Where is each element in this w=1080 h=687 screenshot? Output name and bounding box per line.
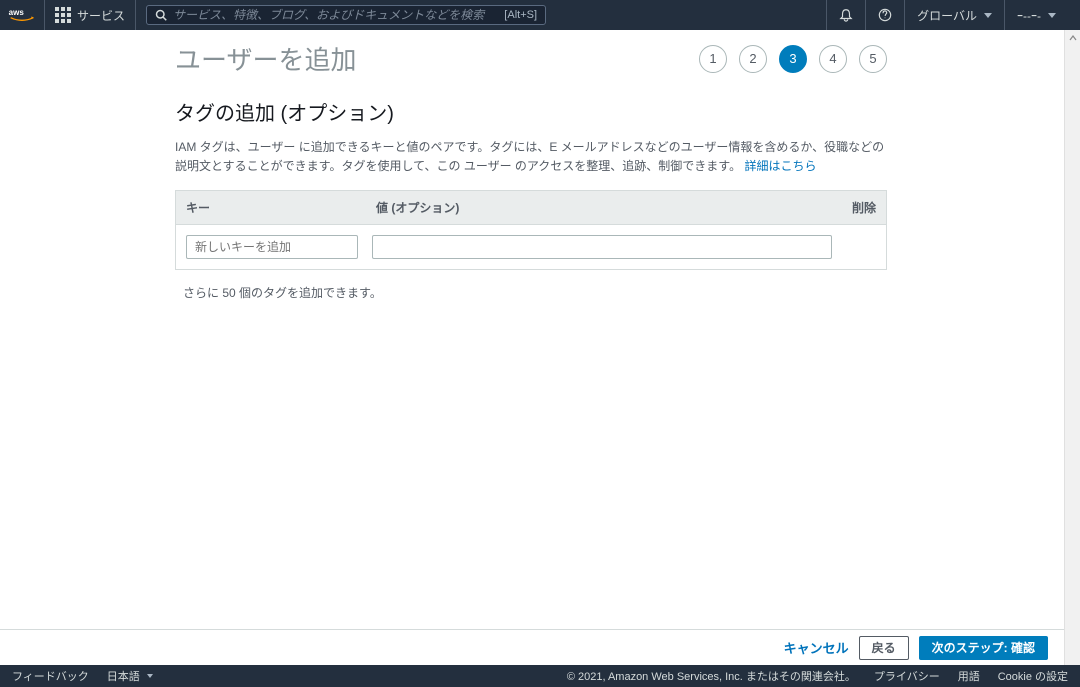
svg-text:aws: aws	[9, 8, 25, 17]
tags-table: キー 値 (オプション) 削除	[175, 190, 887, 270]
navbar-right: グローバル ｰ--ｰ-	[826, 0, 1068, 30]
tag-row	[176, 225, 886, 269]
terms-link[interactable]: 用語	[958, 668, 980, 684]
bell-icon	[839, 8, 853, 22]
chevron-down-icon	[1048, 13, 1056, 18]
back-button[interactable]: 戻る	[859, 636, 909, 660]
help-button[interactable]	[865, 0, 904, 30]
step-5[interactable]: 5	[859, 45, 887, 73]
vertical-scrollbar[interactable]	[1064, 30, 1080, 665]
services-menu[interactable]: サービス	[45, 0, 136, 30]
aws-logo-icon: aws	[8, 7, 36, 23]
aws-logo[interactable]: aws	[0, 0, 45, 30]
region-selector[interactable]: グローバル	[904, 0, 1004, 30]
search-box[interactable]: [Alt+S]	[146, 5, 546, 25]
navbar-left: aws サービス [Alt+S]	[0, 0, 546, 30]
services-label: サービス	[77, 7, 125, 24]
page-title-row: ユーザーを追加 1 2 3 4 5	[175, 40, 887, 77]
account-selector[interactable]: ｰ--ｰ-	[1004, 0, 1068, 30]
th-delete: 削除	[836, 199, 876, 216]
tags-table-header: キー 値 (オプション) 削除	[176, 191, 886, 225]
step-2[interactable]: 2	[739, 45, 767, 73]
step-4[interactable]: 4	[819, 45, 847, 73]
action-bar: キャンセル 戻る 次のステップ: 確認	[0, 629, 1064, 665]
help-icon	[878, 8, 892, 22]
footer: フィードバック 日本語 © 2021, Amazon Web Services,…	[0, 665, 1080, 687]
step-3[interactable]: 3	[779, 45, 807, 73]
chevron-down-icon	[984, 13, 992, 18]
footer-right: © 2021, Amazon Web Services, Inc. またはその関…	[567, 668, 1068, 684]
th-value: 値 (オプション)	[376, 199, 836, 216]
step-1[interactable]: 1	[699, 45, 727, 73]
section-description: IAM タグは、ユーザー に追加できるキーと値のペアです。タグには、E メールア…	[175, 138, 887, 176]
learn-more-link[interactable]: 詳細はこちら	[744, 159, 816, 173]
search-input[interactable]	[173, 8, 504, 22]
privacy-link[interactable]: プライバシー	[874, 668, 940, 684]
content: ユーザーを追加 1 2 3 4 5 タグの追加 (オプション) IAM タグは、…	[175, 30, 887, 301]
footer-left: フィードバック 日本語	[12, 668, 153, 684]
search-icon	[155, 9, 167, 21]
search-shortcut: [Alt+S]	[504, 9, 537, 21]
cookie-link[interactable]: Cookie の設定	[998, 668, 1068, 684]
region-label: グローバル	[917, 7, 977, 24]
account-label: ｰ--ｰ-	[1017, 7, 1041, 24]
chevron-down-icon	[147, 674, 153, 678]
section-title: タグの追加 (オプション)	[175, 97, 887, 126]
tag-key-input[interactable]	[186, 235, 358, 259]
grid-icon	[55, 7, 71, 23]
search-wrap: [Alt+S]	[146, 5, 546, 25]
copyright: © 2021, Amazon Web Services, Inc. またはその関…	[567, 668, 856, 684]
scroll-up-icon	[1065, 30, 1080, 46]
language-selector[interactable]: 日本語	[107, 668, 153, 684]
content-area: ユーザーを追加 1 2 3 4 5 タグの追加 (オプション) IAM タグは、…	[0, 30, 1064, 629]
th-key: キー	[186, 199, 376, 216]
tags-remaining: さらに 50 個のタグを追加できます。	[183, 284, 887, 301]
next-button[interactable]: 次のステップ: 確認	[919, 636, 1048, 660]
top-navbar: aws サービス [Alt+S]	[0, 0, 1080, 30]
language-label: 日本語	[107, 668, 140, 684]
page-title: ユーザーを追加	[175, 40, 356, 77]
cancel-button[interactable]: キャンセル	[784, 638, 849, 657]
notifications-button[interactable]	[826, 0, 865, 30]
feedback-link[interactable]: フィードバック	[12, 668, 89, 684]
step-indicator: 1 2 3 4 5	[699, 45, 887, 73]
tag-value-input[interactable]	[372, 235, 832, 259]
